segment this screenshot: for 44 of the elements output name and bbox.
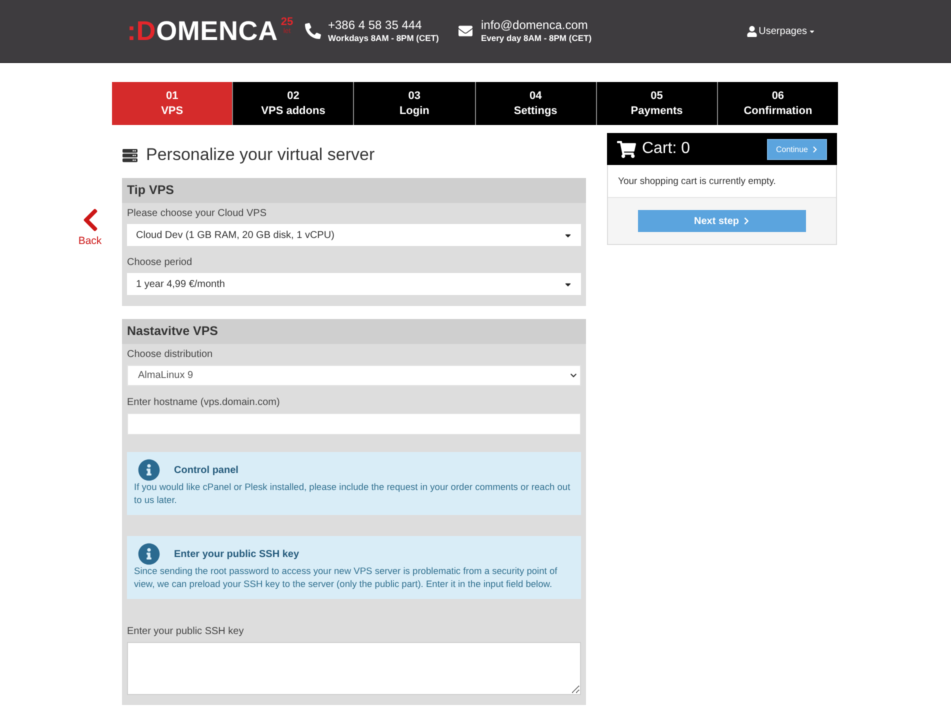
chevron-right-icon: [743, 217, 750, 225]
panel-heading: Tip VPS: [122, 178, 586, 203]
step-tab[interactable]: 03 Login: [353, 82, 475, 125]
info-title: Enter your public SSH key: [174, 548, 300, 560]
dropdown[interactable]: 1 year 4,99 €/month: [127, 273, 581, 295]
cart-empty-message: Your shopping cart is currently empty.: [618, 176, 776, 186]
field-label: Choose distribution: [127, 348, 214, 362]
info-title: Control panel: [174, 464, 238, 476]
user-menu-button[interactable]: Userpages: [746, 26, 815, 36]
field-label: Enter your public SSH key: [127, 625, 245, 639]
page-title: Personalize your virtual server: [146, 145, 375, 165]
info-icon: [138, 543, 160, 565]
chevron-down-icon: [570, 372, 577, 379]
contact-value: +386 4 58 35 444: [328, 18, 423, 33]
field-label: Enter hostname (vps.domain.com): [127, 396, 281, 410]
envelope-icon: [457, 24, 474, 38]
textarea-field[interactable]: [127, 642, 581, 695]
chevron-right-icon: [812, 146, 818, 152]
cart-icon: [617, 140, 636, 158]
input-field[interactable]: [127, 413, 581, 435]
info-text: Since sending the root password to access your new VPS server is problematic from a security point of view, we can preload your SSH key to the server (only the public part). Enter it in the input field below.: [134, 565, 558, 591]
cart-title: Cart: 0: [642, 140, 690, 158]
contact-value: info@domenca.com: [481, 18, 589, 33]
field-label: Please choose your Cloud VPS: [127, 207, 268, 221]
phone-icon: [305, 23, 321, 39]
info-text: If you would like cPanel or Plesk installed, please include the request in your order comments or reach out to us later.: [134, 481, 572, 507]
user-icon: [746, 26, 757, 36]
step-tab[interactable]: 04 Settings: [474, 82, 596, 125]
caret-icon: [809, 28, 815, 34]
step-tab[interactable]: 01 VPS: [112, 82, 232, 125]
step-tab[interactable]: 06 Confirmation: [716, 82, 838, 125]
info-icon: [138, 459, 160, 481]
logo-badge-number: 25: [280, 16, 294, 28]
back-link[interactable]: Back: [78, 207, 102, 247]
contact-hours: Workdays 8AM - 8PM (CET): [328, 33, 439, 44]
step-tab[interactable]: 05 Payments: [596, 82, 717, 125]
server-icon: [122, 148, 138, 162]
logo-wordmark: :DOMENCA: [127, 18, 278, 44]
step-tab[interactable]: 02 VPS addons: [232, 82, 354, 125]
panel-heading: Nastavitve VPS: [122, 319, 586, 344]
dropdown[interactable]: Cloud Dev (1 GB RAM, 20 GB disk, 1 vCPU): [127, 224, 581, 246]
field-label: Choose period: [127, 256, 194, 270]
select-field[interactable]: AlmaLinux 9: [127, 365, 581, 386]
contact-hours: Every day 8AM - 8PM (CET): [481, 33, 592, 44]
